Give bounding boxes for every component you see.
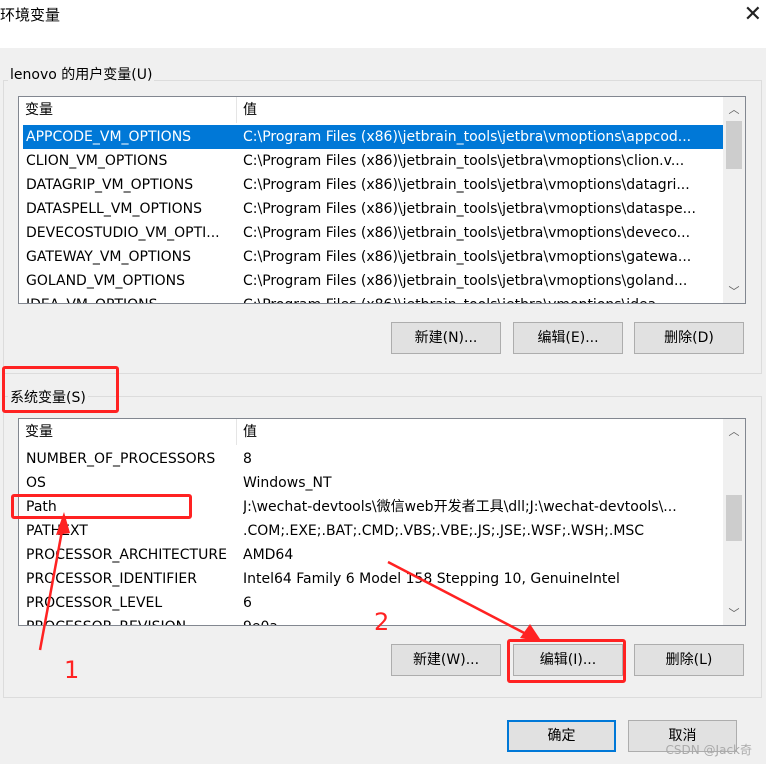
arrow-1 bbox=[38, 519, 66, 651]
arrow-1-head bbox=[56, 512, 70, 535]
step-1-number: 1 bbox=[64, 656, 80, 684]
watermark: CSDN @Jack奇 bbox=[665, 743, 752, 757]
step-2-number: 2 bbox=[374, 608, 390, 636]
arrow-2 bbox=[387, 560, 531, 638]
annotation-arrows bbox=[38, 512, 542, 651]
